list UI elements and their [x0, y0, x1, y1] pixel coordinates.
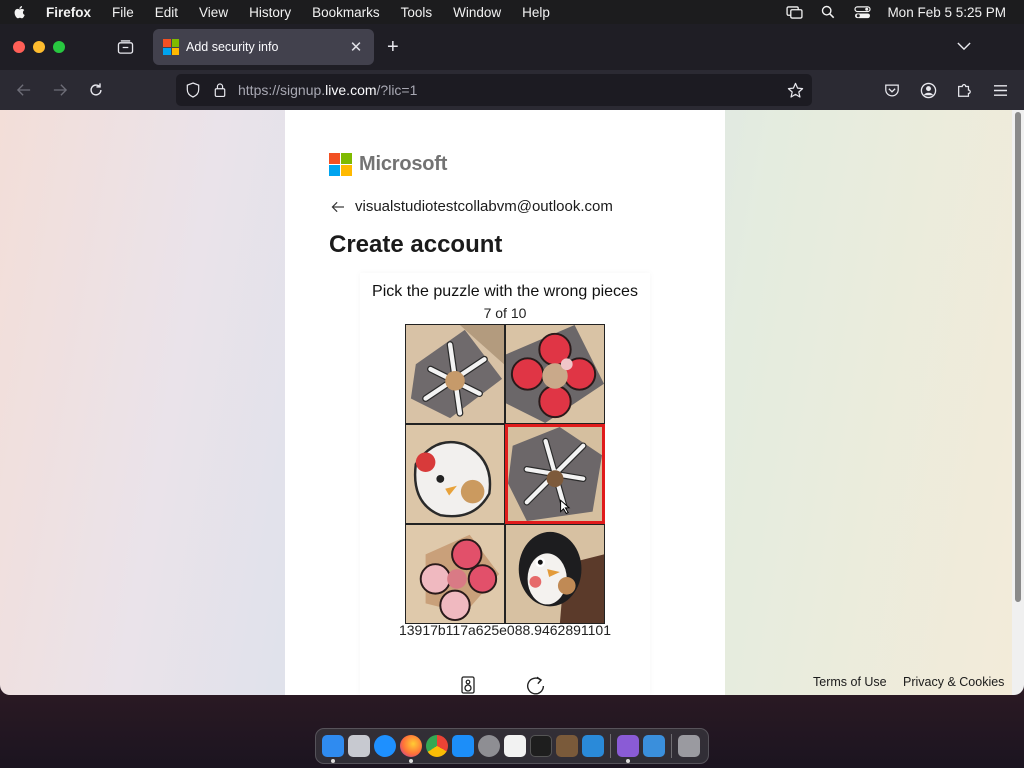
captcha-grid: [405, 324, 605, 624]
system-settings-icon[interactable]: [478, 735, 500, 757]
page-scrollbar[interactable]: [1012, 110, 1024, 695]
tab-add-security-info[interactable]: Add security info ✕: [153, 29, 374, 65]
dock-separator: [610, 734, 611, 758]
identity-email: visualstudiotestcollabvm@outlook.com: [355, 198, 613, 215]
url-host: live.com: [325, 82, 377, 98]
running-indicator: [331, 759, 335, 763]
signup-card: Microsoft visualstudiotestcollabvm@outlo…: [285, 110, 725, 695]
running-indicator: [626, 759, 630, 763]
tab-bar: Add security info ✕ +: [0, 24, 1024, 70]
dock-separator: [671, 734, 672, 758]
apple-menu-icon[interactable]: [12, 3, 30, 21]
chevron-down-icon[interactable]: [956, 38, 972, 54]
browser-window: Add security info ✕ + https://signup.liv…: [0, 24, 1024, 695]
microsoft-logo-icon: [163, 39, 179, 55]
bookmark-star-icon[interactable]: [786, 81, 804, 99]
url-text[interactable]: https://signup.live.com/?lic=1: [238, 82, 417, 98]
extensions-puzzle-icon[interactable]: [955, 81, 973, 99]
menu-app-name[interactable]: Firefox: [46, 5, 91, 20]
captcha-tile-2[interactable]: [505, 324, 605, 424]
menu-tools[interactable]: Tools: [401, 5, 433, 20]
menu-view[interactable]: View: [199, 5, 228, 20]
menu-file[interactable]: File: [112, 5, 134, 20]
captcha-session-code: 13917b117a625e088.9462891101: [398, 622, 612, 638]
new-tab-icon[interactable]: +: [387, 37, 399, 57]
launchpad-icon[interactable]: [348, 735, 370, 757]
captcha-prompt: Pick the puzzle with the wrong pieces: [372, 283, 638, 300]
cloud-drive-icon[interactable]: [643, 735, 665, 757]
identity-banner[interactable]: visualstudiotestcollabvm@outlook.com: [331, 198, 613, 215]
tab-title: Add security info: [186, 40, 279, 54]
menu-history[interactable]: History: [249, 5, 291, 20]
vscode-icon[interactable]: [582, 735, 604, 757]
captcha-tile-6[interactable]: [505, 524, 605, 624]
terminal-icon[interactable]: [530, 735, 552, 757]
back-arrow-icon[interactable]: [14, 80, 34, 100]
terms-of-use-link[interactable]: Terms of Use: [813, 675, 887, 689]
visual-studio-icon[interactable]: [617, 735, 639, 763]
chrome-icon[interactable]: [426, 735, 448, 757]
tracking-protection-shield-icon[interactable]: [184, 81, 202, 99]
page-viewport: Microsoft visualstudiotestcollabvm@outlo…: [0, 110, 1012, 695]
captcha-tile-4[interactable]: [505, 424, 605, 524]
captcha-tile-1[interactable]: [405, 324, 505, 424]
hamburger-menu-icon[interactable]: [991, 81, 1009, 99]
url-suffix: /?lic=1: [376, 82, 418, 98]
screen-mirroring-icon[interactable]: [783, 4, 805, 20]
firefox-view-icon[interactable]: [115, 38, 135, 56]
minimize-window-button[interactable]: [33, 41, 45, 53]
scrollbar-thumb[interactable]: [1015, 112, 1021, 602]
address-bar[interactable]: https://signup.live.com/?lic=1: [176, 74, 812, 106]
captcha-tile-3[interactable]: [405, 424, 505, 524]
paint-icon[interactable]: [556, 735, 578, 757]
finder-icon[interactable]: [322, 735, 344, 763]
microsoft-squares-icon: [329, 153, 352, 176]
puzzle-captcha: Pick the puzzle with the wrong pieces 7 …: [360, 273, 650, 695]
page-title: Create account: [329, 231, 503, 258]
back-arrow-icon[interactable]: [331, 199, 347, 215]
menu-help[interactable]: Help: [522, 5, 550, 20]
menu-edit[interactable]: Edit: [155, 5, 178, 20]
menu-bookmarks[interactable]: Bookmarks: [312, 5, 380, 20]
menu-bar-clock[interactable]: Mon Feb 5 5:25 PM: [887, 5, 1006, 20]
running-indicator: [409, 759, 413, 763]
textedit-icon[interactable]: [504, 735, 526, 757]
menu-bar: Firefox File Edit View History Bookmarks…: [0, 0, 1024, 24]
captcha-progress: 7 of 10: [483, 305, 527, 321]
microsoft-wordmark: Microsoft: [359, 153, 448, 175]
refresh-challenge-icon[interactable]: [523, 675, 549, 695]
safari-icon[interactable]: [374, 735, 396, 757]
spotlight-search-icon[interactable]: [817, 4, 839, 20]
close-tab-icon[interactable]: ✕: [348, 38, 364, 56]
pocket-icon[interactable]: [883, 81, 901, 99]
audio-challenge-speaker-icon[interactable]: [459, 675, 477, 695]
forward-arrow-icon[interactable]: [50, 80, 70, 100]
close-window-button[interactable]: [13, 41, 25, 53]
firefox-icon[interactable]: [400, 735, 422, 763]
privacy-cookies-link[interactable]: Privacy & Cookies: [903, 675, 1004, 689]
menu-window[interactable]: Window: [453, 5, 501, 20]
app-store-icon[interactable]: [452, 735, 474, 757]
url-prefix: https://signup.: [238, 82, 326, 98]
control-center-icon[interactable]: [851, 4, 873, 20]
account-icon[interactable]: [919, 81, 937, 99]
captcha-tile-5[interactable]: [405, 524, 505, 624]
padlock-icon[interactable]: [212, 81, 228, 99]
trash-icon[interactable]: [678, 735, 700, 757]
navigation-toolbar: https://signup.live.com/?lic=1: [0, 70, 1024, 110]
dock: [315, 728, 709, 764]
zoom-window-button[interactable]: [53, 41, 65, 53]
microsoft-logo: Microsoft: [329, 153, 447, 176]
reload-icon[interactable]: [86, 80, 106, 100]
